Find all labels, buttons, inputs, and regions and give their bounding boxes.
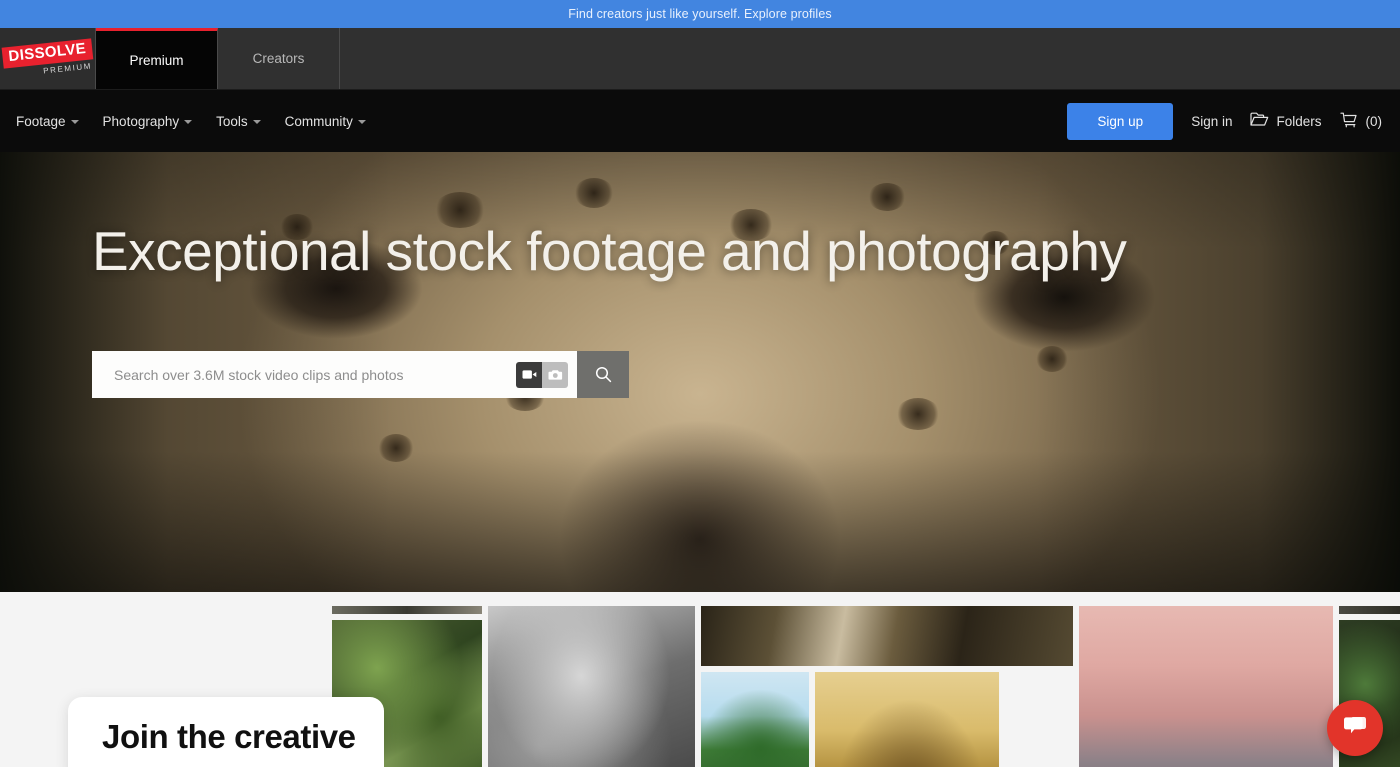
- sign-up-button[interactable]: Sign up: [1067, 102, 1174, 140]
- nav-item-photography[interactable]: Photography: [103, 114, 193, 129]
- chevron-down-icon: [252, 120, 261, 124]
- nav-actions: Sign up Sign in Folders (0): [1067, 102, 1383, 140]
- search-input[interactable]: [114, 366, 504, 383]
- chevron-down-icon: [184, 120, 193, 124]
- nav-item-tools-label: Tools: [216, 113, 248, 129]
- gallery-thumb[interactable]: [332, 606, 482, 614]
- nav-item-community-label: Community: [284, 113, 353, 129]
- gallery-column: [701, 606, 1073, 767]
- shopping-cart-icon: [1339, 112, 1359, 131]
- join-community-card[interactable]: Join the creative community: [68, 697, 384, 767]
- promo-banner: Find creators just like yourself. Explor…: [0, 0, 1400, 28]
- page-root: Find creators just like yourself. Explor…: [0, 0, 1400, 767]
- chat-widget-button[interactable]: [1327, 700, 1383, 756]
- brand-tab-bar: DISSOLVE PREMIUM Premium Creators: [0, 28, 1400, 90]
- chat-bubble-icon: [1341, 713, 1369, 744]
- folders-label: Folders: [1276, 113, 1322, 129]
- brand-bar-spacer: [340, 28, 1400, 89]
- site-logo[interactable]: DISSOLVE PREMIUM: [0, 28, 96, 89]
- nav-item-tools[interactable]: Tools: [216, 114, 261, 129]
- hero-content: Exceptional stock footage and photograph…: [0, 152, 1400, 398]
- nav-item-community[interactable]: Community: [285, 114, 366, 129]
- image-gallery: [332, 606, 1400, 767]
- nav-item-photography-label: Photography: [102, 113, 180, 129]
- folder-icon: [1250, 112, 1269, 130]
- hero-section: Exceptional stock footage and photograph…: [0, 152, 1400, 592]
- cart-link[interactable]: (0): [1339, 112, 1383, 131]
- chevron-down-icon: [70, 120, 79, 124]
- gallery-column: [488, 606, 695, 767]
- folders-link[interactable]: Folders: [1250, 112, 1322, 130]
- join-card-title-line1: Join the creative: [102, 718, 356, 755]
- tab-premium[interactable]: Premium: [96, 28, 218, 89]
- media-type-toggle: [516, 361, 568, 388]
- search-submit-button[interactable]: [577, 351, 629, 398]
- gallery-thumb[interactable]: [1079, 606, 1333, 767]
- main-navigation: Footage Photography Tools Community Sign…: [0, 90, 1400, 152]
- sign-in-link[interactable]: Sign in: [1191, 114, 1232, 129]
- gallery-subrow: [701, 672, 1073, 767]
- gallery-thumb[interactable]: [701, 672, 809, 767]
- promo-banner-link[interactable]: Find creators just like yourself. Explor…: [568, 7, 831, 21]
- gallery-thumb[interactable]: [701, 606, 1073, 666]
- chevron-down-icon: [357, 120, 366, 124]
- join-card-title-line2: community: [102, 759, 384, 767]
- nav-item-footage-label: Footage: [16, 113, 66, 129]
- search-field: [92, 351, 577, 398]
- tab-creators[interactable]: Creators: [218, 28, 340, 89]
- photo-toggle-button[interactable]: [542, 361, 568, 388]
- gallery-column: [1079, 606, 1333, 767]
- nav-item-footage[interactable]: Footage: [16, 114, 79, 129]
- video-toggle-button[interactable]: [516, 361, 542, 388]
- search-bar: [92, 351, 629, 398]
- tab-premium-label: Premium: [129, 52, 184, 68]
- tab-creators-label: Creators: [252, 51, 305, 66]
- hero-title: Exceptional stock footage and photograph…: [92, 220, 1127, 282]
- nav-links: Footage Photography Tools Community: [16, 114, 366, 129]
- gallery-thumb[interactable]: [488, 606, 695, 767]
- gallery-thumb[interactable]: [815, 672, 999, 767]
- cart-count: (0): [1365, 113, 1383, 129]
- gallery-thumb[interactable]: [1339, 606, 1400, 614]
